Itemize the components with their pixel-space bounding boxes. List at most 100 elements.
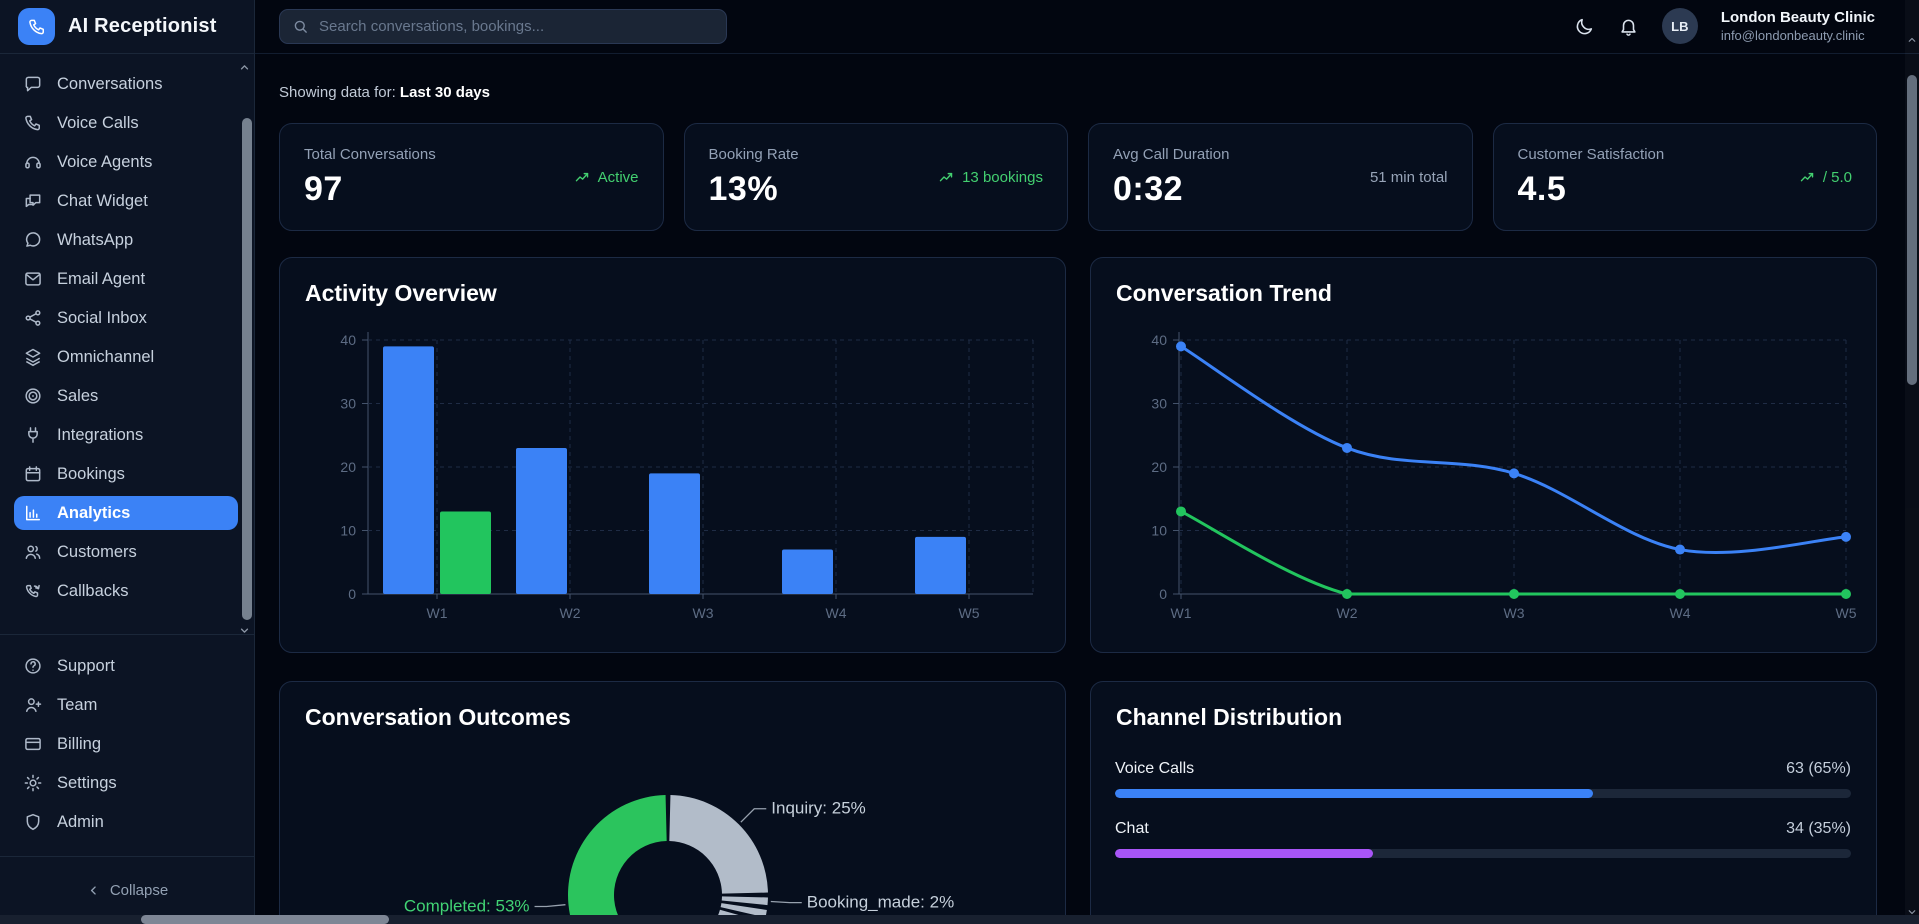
date-range-status: Showing data for: Last 30 days xyxy=(279,84,1877,101)
main-content: Showing data for: Last 30 days Total Con… xyxy=(255,54,1905,924)
point-conversations xyxy=(1675,545,1685,555)
svg-text:0: 0 xyxy=(1159,586,1167,602)
bar-conversations xyxy=(383,346,434,594)
svg-text:W5: W5 xyxy=(1836,605,1857,621)
sidebar-item-label: Callbacks xyxy=(57,582,129,601)
search-input[interactable] xyxy=(319,18,714,35)
svg-text:30: 30 xyxy=(1151,396,1167,412)
sidebar-scrollbar-thumb[interactable] xyxy=(242,118,252,620)
user-plus-icon xyxy=(23,695,43,715)
svg-text:0: 0 xyxy=(348,586,356,602)
svg-text:10: 10 xyxy=(340,523,356,539)
sidebar-item-whatsapp[interactable]: WhatsApp xyxy=(14,223,238,257)
notifications-button[interactable] xyxy=(1618,16,1639,37)
sidebar-item-label: Billing xyxy=(57,735,101,754)
donut-slice-completed xyxy=(568,795,684,924)
horizontal-scrollbar-thumb[interactable] xyxy=(141,915,389,924)
chevron-down-icon[interactable] xyxy=(238,624,251,637)
point-bookings xyxy=(1675,589,1685,599)
stat-card-customer-satisfaction: Customer Satisfaction 4.5 / 5.0 xyxy=(1493,123,1878,231)
top-bar-right: LB London Beauty Clinic info@londonbeaut… xyxy=(1574,8,1875,44)
channel-label: Voice Calls xyxy=(1115,760,1194,778)
search-box[interactable] xyxy=(279,9,727,44)
sidebar-item-analytics[interactable]: Analytics xyxy=(14,496,238,530)
chat-double-icon xyxy=(23,191,43,211)
stat-trend-label: Active xyxy=(598,169,639,186)
sidebar-item-omnichannel[interactable]: Omnichannel xyxy=(14,340,238,374)
svg-text:W5: W5 xyxy=(959,605,980,621)
point-bookings xyxy=(1342,589,1352,599)
sidebar-item-label: Conversations xyxy=(57,75,162,94)
collapse-label: Collapse xyxy=(110,882,168,899)
stat-trend-label: 51 min total xyxy=(1370,169,1448,186)
sidebar-item-integrations[interactable]: Integrations xyxy=(14,418,238,452)
avatar[interactable]: LB xyxy=(1662,8,1698,44)
sidebar-item-billing[interactable]: Billing xyxy=(14,727,238,761)
org-info: London Beauty Clinic info@londonbeauty.c… xyxy=(1721,8,1875,44)
sidebar-collapse-button[interactable]: Collapse xyxy=(0,856,254,924)
chart-title: Conversation Outcomes xyxy=(305,704,571,731)
stat-value: 97 xyxy=(304,170,436,209)
chart-title: Activity Overview xyxy=(305,280,497,307)
stat-trend-badge: 13 bookings xyxy=(938,169,1043,186)
bar-conversations xyxy=(915,537,966,594)
sidebar-item-label: Customers xyxy=(57,543,137,562)
sidebar-item-callbacks[interactable]: Callbacks xyxy=(14,574,238,608)
chart-title: Channel Distribution xyxy=(1116,704,1342,731)
help-circle-icon xyxy=(23,656,43,676)
svg-text:W1: W1 xyxy=(1171,605,1192,621)
charts-row-1: 010203040W1W2W3W4W5 Activity Overview 01… xyxy=(279,257,1877,653)
sidebar-item-support[interactable]: Support xyxy=(14,649,238,683)
dark-mode-toggle[interactable] xyxy=(1574,16,1595,37)
moon-icon xyxy=(1574,16,1595,37)
phone-icon xyxy=(27,17,47,37)
sidebar-item-team[interactable]: Team xyxy=(14,688,238,722)
stat-trend-label: / 5.0 xyxy=(1823,169,1852,186)
sidebar-item-chat-widget[interactable]: Chat Widget xyxy=(14,184,238,218)
sidebar-item-social-inbox[interactable]: Social Inbox xyxy=(14,301,238,335)
vertical-scrollbar[interactable] xyxy=(1905,0,1919,924)
sidebar-item-settings[interactable]: Settings xyxy=(14,766,238,800)
stat-trend-badge: / 5.0 xyxy=(1799,169,1852,186)
sidebar-item-sales[interactable]: Sales xyxy=(14,379,238,413)
bar-conversations xyxy=(649,473,700,594)
app-title: AI Receptionist xyxy=(68,15,217,38)
sidebar-item-customers[interactable]: Customers xyxy=(14,535,238,569)
sidebar-item-voice-calls[interactable]: Voice Calls xyxy=(14,106,238,140)
svg-text:40: 40 xyxy=(1151,332,1167,348)
sidebar-item-conversations[interactable]: Conversations xyxy=(14,67,238,101)
chevron-up-icon[interactable] xyxy=(1906,34,1918,46)
sidebar-item-voice-agents[interactable]: Voice Agents xyxy=(14,145,238,179)
vertical-scrollbar-thumb[interactable] xyxy=(1907,75,1917,385)
chevron-left-icon xyxy=(86,883,101,898)
stat-label: Total Conversations xyxy=(304,146,436,163)
gear-icon xyxy=(23,773,43,793)
point-conversations xyxy=(1841,532,1851,542)
horizontal-scrollbar[interactable] xyxy=(0,915,1919,924)
point-bookings xyxy=(1841,589,1851,599)
sidebar-item-admin[interactable]: Admin xyxy=(14,805,238,839)
svg-text:Completed: 53%: Completed: 53% xyxy=(404,896,530,915)
svg-text:Booking_made: 2%: Booking_made: 2% xyxy=(807,893,954,912)
svg-text:20: 20 xyxy=(1151,459,1167,475)
calendar-icon xyxy=(23,464,43,484)
sidebar-item-email-agent[interactable]: Email Agent xyxy=(14,262,238,296)
stat-trend-badge: Active xyxy=(574,169,639,186)
target-icon xyxy=(23,386,43,406)
sidebar-item-bookings[interactable]: Bookings xyxy=(14,457,238,491)
chevron-up-icon[interactable] xyxy=(238,61,251,74)
org-email: info@londonbeauty.clinic xyxy=(1721,28,1875,45)
sidebar-item-label: Admin xyxy=(57,813,104,832)
channel-row-voice-calls: Voice Calls 63 (65%) xyxy=(1115,760,1851,798)
sidebar-item-label: Settings xyxy=(57,774,117,793)
svg-text:W2: W2 xyxy=(560,605,581,621)
charts-row-2: Inquiry: 25%Booking_made: 2%Completed: 5… xyxy=(279,681,1877,924)
sidebar-item-label: Bookings xyxy=(57,465,125,484)
sidebar-item-label: WhatsApp xyxy=(57,231,133,250)
sidebar-item-label: Voice Agents xyxy=(57,153,152,172)
stat-label: Avg Call Duration xyxy=(1113,146,1229,163)
credit-card-icon xyxy=(23,734,43,754)
channel-bar-track xyxy=(1115,849,1851,858)
stat-value: 0:32 xyxy=(1113,170,1229,209)
whatsapp-icon xyxy=(23,230,43,250)
